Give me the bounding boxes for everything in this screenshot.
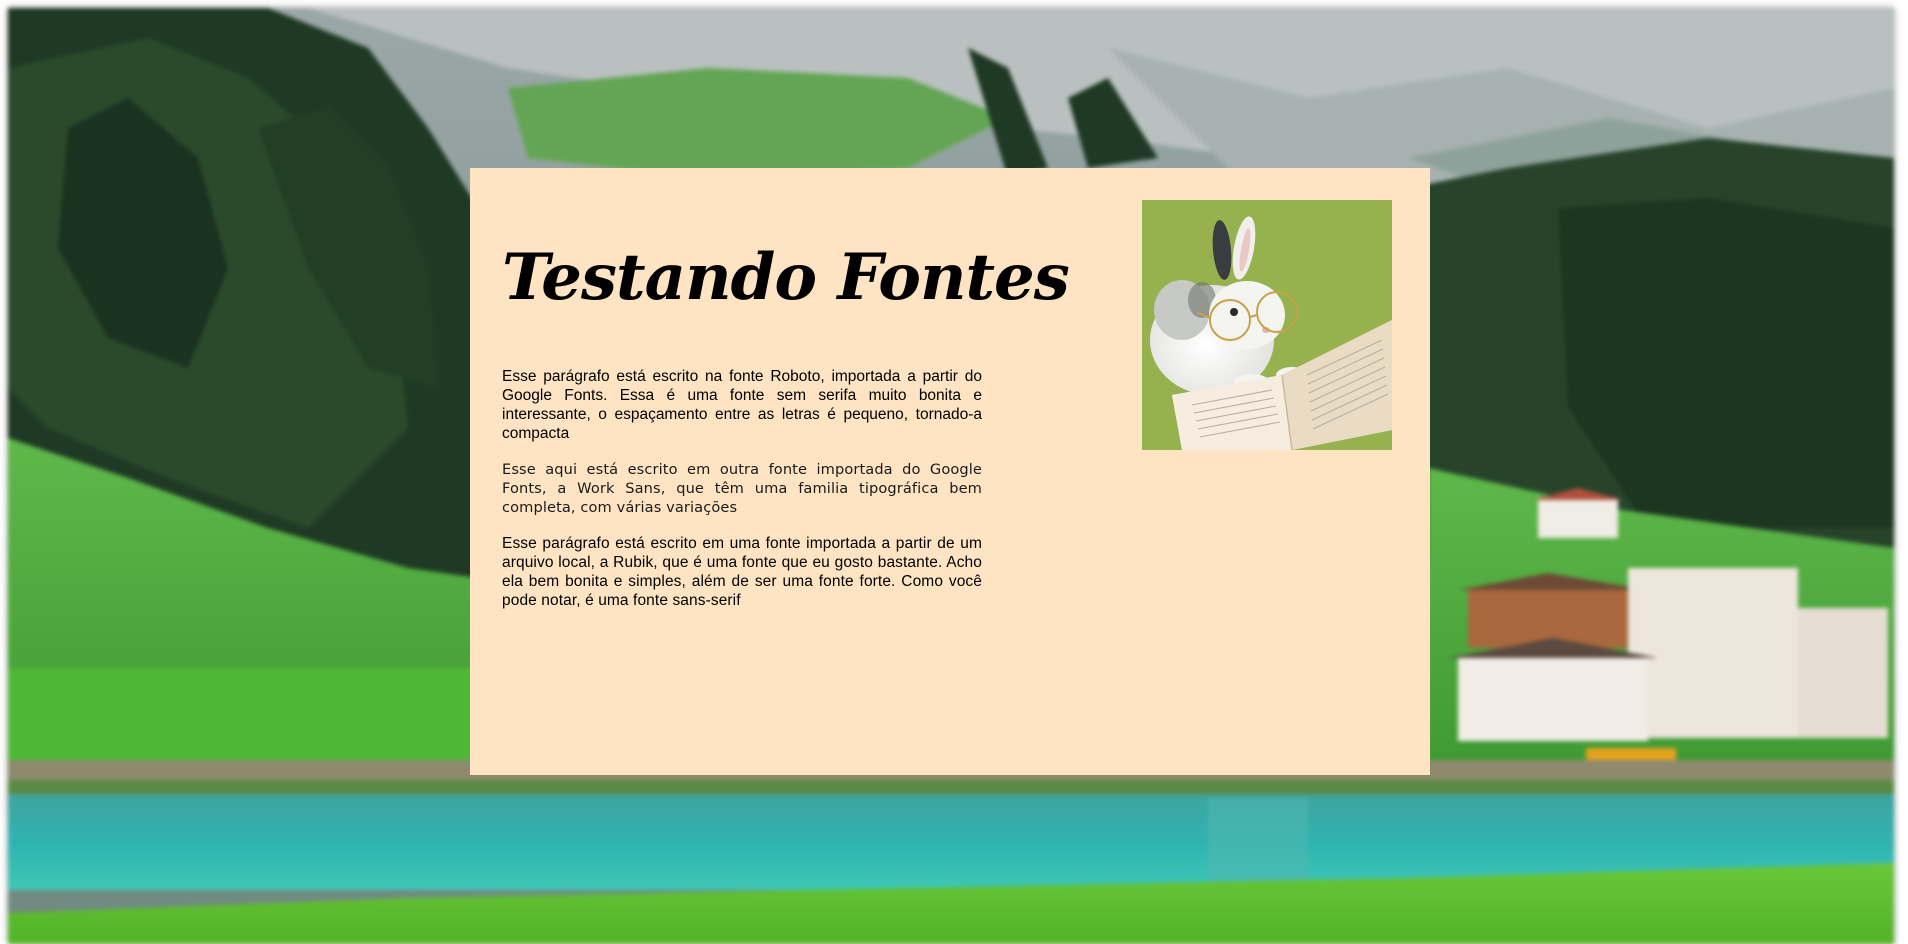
rubik-paragraph: Esse parágrafo está escrito em uma fonte… [502, 535, 982, 609]
roboto-paragraph: Esse parágrafo está escrito na fonte Rob… [502, 368, 982, 442]
page-viewport: Testando Fontes Esse parágrafo está escr… [0, 0, 1908, 944]
page-title: Testando Fontes [502, 240, 1070, 315]
paragraphs-column: Esse parágrafo está escrito na fonte Rob… [502, 367, 982, 627]
rabbit-reading-image [1142, 200, 1392, 450]
content-card: Testando Fontes Esse parágrafo está escr… [470, 168, 1430, 775]
work-sans-paragraph: Esse aqui está escrito em outra fonte im… [502, 461, 982, 516]
